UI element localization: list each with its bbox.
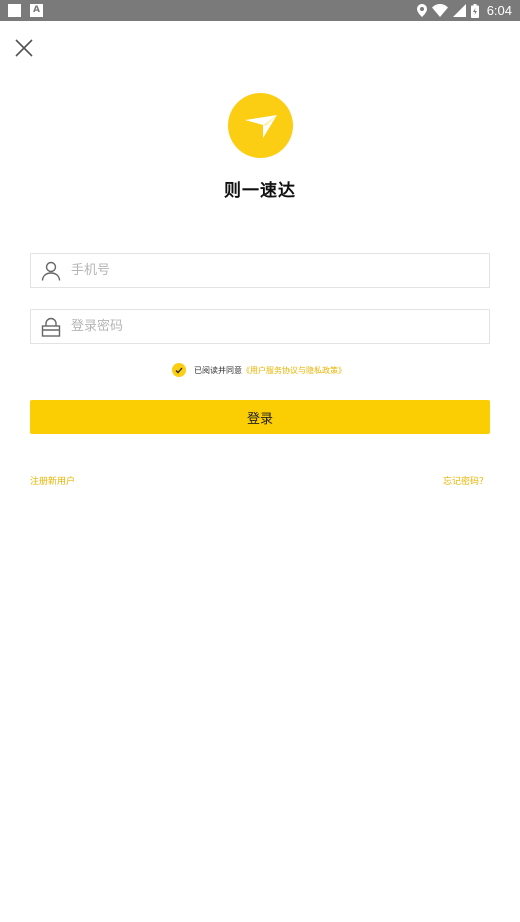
notification-square-icon: [8, 4, 21, 17]
agreement-link[interactable]: 《用户服务协议与隐私政策》: [242, 365, 346, 376]
register-link[interactable]: 注册新用户: [30, 474, 75, 487]
user-icon: [31, 254, 71, 287]
lock-icon: [31, 310, 71, 343]
signal-icon: [452, 4, 466, 17]
status-icons: 6:04: [416, 0, 512, 21]
phone-input[interactable]: [71, 254, 489, 287]
app-logo: [228, 93, 293, 158]
paper-plane-logo-icon: [244, 114, 277, 138]
status-time: 6:04: [486, 3, 512, 18]
location-icon: [416, 4, 427, 17]
agreement-row: 已阅读并同意 《用户服务协议与隐私政策》: [0, 363, 520, 377]
login-button[interactable]: 登录: [30, 400, 490, 434]
phone-field: [30, 253, 490, 288]
forgot-password-link[interactable]: 忘记密码？: [443, 474, 488, 487]
agreement-text: 已阅读并同意: [194, 365, 242, 375]
notification-a-icon: A: [30, 4, 43, 17]
checkmark-icon: [175, 367, 183, 373]
battery-icon: [470, 3, 479, 18]
app-name: 则一速达: [224, 181, 296, 201]
agreement-checkbox[interactable]: [172, 363, 186, 377]
wifi-icon: [431, 4, 448, 17]
password-field: [30, 309, 490, 344]
close-icon: [15, 39, 33, 57]
password-input[interactable]: [71, 310, 489, 343]
close-button[interactable]: [10, 34, 38, 62]
status-bar: A 6:04: [0, 0, 520, 21]
